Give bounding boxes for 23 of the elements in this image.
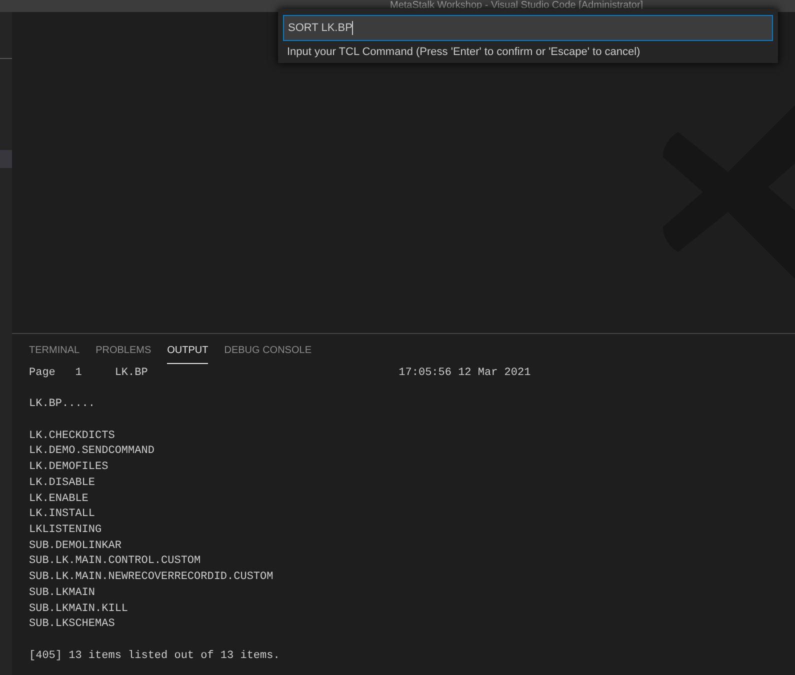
output-line: LK.BP..... — [29, 397, 96, 412]
output-line: SUB.LK.MAIN.CONTROL.CUSTOM — [29, 554, 202, 570]
input-message: Input your TCL Command (Press 'Enter' to confirm or 'Escape' to cancel) — [286, 45, 642, 60]
command-input-field[interactable]: SORT LK.BP — [283, 15, 773, 41]
output-line: LK.DISABLE — [29, 476, 96, 491]
window-title: MetaStalk Workshop - Visual Studio Code [Administrator] — [390, 0, 644, 12]
output-line: [405] 13 items listed out of 13 items. — [29, 648, 281, 664]
output-line: LK.ENABLE — [29, 492, 90, 507]
output-line: Page 1 LK.BP 17:05:56 12 Mar 2021 — [29, 366, 532, 381]
output-line: SUB.DEMOLINKAR — [29, 538, 122, 554]
output-line: LK.DEMOFILES — [29, 460, 110, 476]
output-line: SUB.LKSCHEMAS — [29, 617, 116, 632]
output-line: SUB.LKMAIN.KILL — [29, 602, 130, 617]
panel-tab[interactable]: OUTPUT — [167, 343, 208, 364]
output-line: LK.INSTALL — [29, 507, 96, 522]
panel-tab[interactable]: PROBLEMS — [96, 343, 152, 364]
output-line: LKLISTENING — [29, 523, 103, 538]
output-line: LK.DEMO.SENDCOMMAND — [29, 444, 156, 460]
output-line: SUB.LKMAIN — [29, 586, 96, 601]
output-line: SUB.LK.MAIN.NEWRECOVERRECORDID.CUSTOM — [29, 570, 274, 586]
panel-tab[interactable]: DEBUG CONSOLE — [224, 343, 312, 364]
output-line: LK.CHECKDICTS — [29, 428, 116, 444]
panel-tab[interactable]: TERMINAL — [29, 343, 80, 364]
